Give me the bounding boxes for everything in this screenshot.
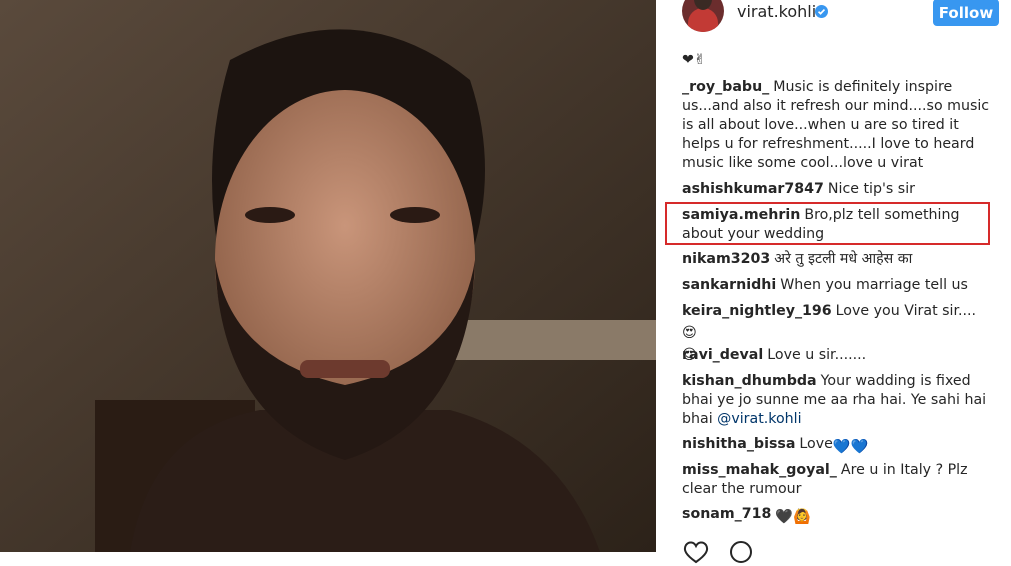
comment-item: kishan_dhumbda Your wadding is fixed bhai… <box>682 372 992 429</box>
comment-username[interactable]: ashishkumar7847 <box>682 181 824 197</box>
comment-text: Love <box>799 436 833 452</box>
comment-item: nishitha_bissa Love💙💙 <box>682 435 992 457</box>
comment-item: miss_mahak_goyal_ Are u in Italy ? Plz cl… <box>682 461 992 499</box>
comment-item: nikam3203 अरे तु इटली मधे आहेस का <box>682 250 992 269</box>
comment-username[interactable]: nikam3203 <box>682 251 770 267</box>
comment-username[interactable]: miss_mahak_goyal_ <box>682 462 837 478</box>
avatar[interactable] <box>682 0 724 32</box>
black-heart-emoji-icon: 🖤 <box>775 509 794 525</box>
highlight-box <box>665 202 990 245</box>
comment-emoji-only: ❤✌ <box>682 48 992 70</box>
comment-item: sonam_718 🖤🙆 <box>682 505 992 527</box>
comment-username[interactable]: sankarnidhi <box>682 277 776 293</box>
comment-item: _roy_babu_ Music is definitely inspire us… <box>682 78 992 173</box>
comment-username[interactable]: _roy_babu_ <box>682 79 769 95</box>
comment-username[interactable]: keira_nightley_196 <box>682 303 832 319</box>
comments-sidebar: virat.kohli Follow ❤✌ _roy_babu_ Music is… <box>656 0 1011 552</box>
comment-text: Nice tip's sir <box>827 181 915 197</box>
username-link[interactable]: virat.kohli <box>737 2 816 21</box>
verified-badge-icon <box>815 5 828 18</box>
post-header: virat.kohli Follow <box>656 0 1011 40</box>
follow-button[interactable]: Follow <box>933 0 999 26</box>
comment-text: अरे तु इटली मधे आहेस का <box>774 251 913 267</box>
comment-item: ashishkumar7847 Nice tip's sir <box>682 180 992 199</box>
heart-eyes-emoji-icon: 😍 <box>682 325 697 341</box>
like-heart-icon[interactable] <box>682 540 710 564</box>
avatar-shirt <box>688 8 718 32</box>
comment-text: Love u sir....... <box>767 347 867 363</box>
person-gesturing-emoji-icon: 🙆 <box>793 509 811 525</box>
comment-username[interactable]: kishan_dhumbda <box>682 373 817 389</box>
comment-username[interactable]: ravi_deval <box>682 347 763 363</box>
comment-bubble-icon[interactable] <box>728 540 754 566</box>
comment-item: sankarnidhi When you marriage tell us <box>682 276 992 295</box>
blue-heart-emoji-icon: 💙💙 <box>832 439 869 455</box>
video-frame <box>0 0 656 552</box>
comment-text: Love you Virat sir.... <box>835 303 977 319</box>
heart-emoji-icon: ❤ <box>682 52 694 68</box>
comment-username[interactable]: sonam_718 <box>682 506 771 522</box>
comment-item: ravi_deval Love u sir....... <box>682 346 992 365</box>
comment-text: When you marriage tell us <box>780 277 968 293</box>
mention-link[interactable]: @virat.kohli <box>717 411 801 427</box>
comment-username[interactable]: nishitha_bissa <box>682 436 795 452</box>
victory-hand-icon: ✌ <box>693 52 706 68</box>
video-player[interactable] <box>0 0 656 552</box>
